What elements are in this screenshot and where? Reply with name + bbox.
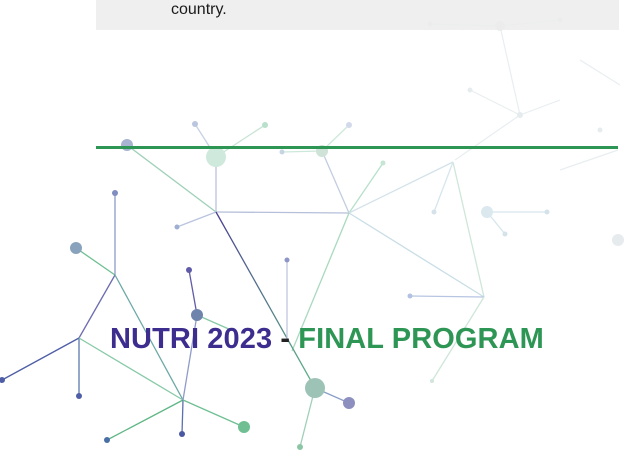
program-title: NUTRI 2023 - FINAL PROGRAM bbox=[110, 322, 544, 356]
title-separator: - bbox=[272, 323, 299, 355]
program-label: FINAL PROGRAM bbox=[298, 323, 544, 355]
section-divider bbox=[96, 146, 618, 149]
network-lines bbox=[1, 123, 547, 448]
intro-text: country. bbox=[171, 1, 227, 18]
molecular-network-background bbox=[0, 17, 624, 450]
event-name: NUTRI 2023 bbox=[110, 323, 273, 355]
intro-text-box: country. bbox=[96, 0, 619, 30]
network-nodes bbox=[0, 121, 550, 450]
